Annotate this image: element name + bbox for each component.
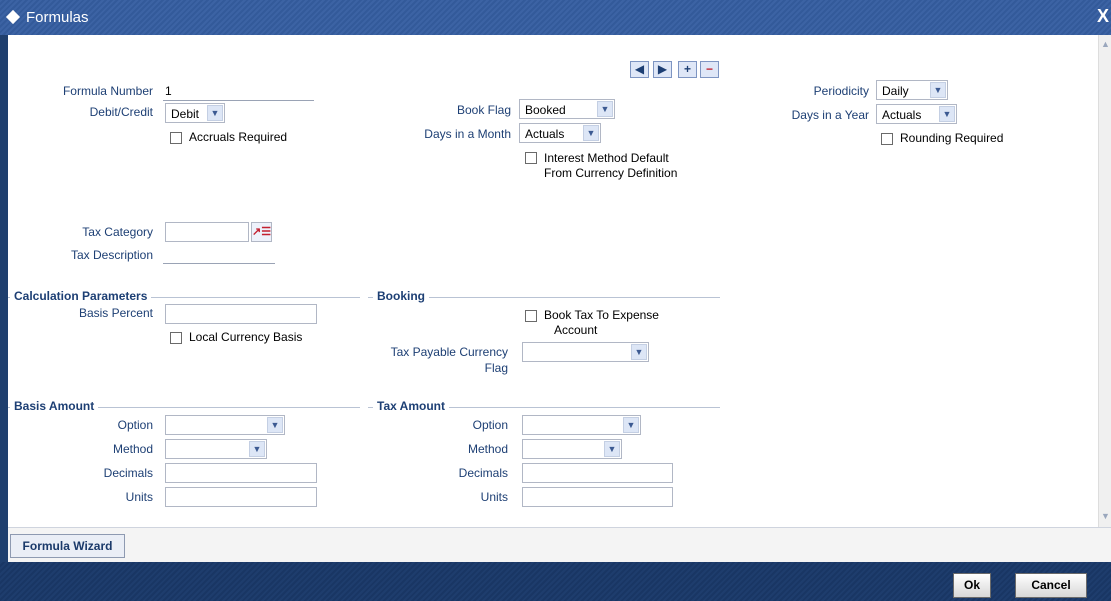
tax-method-select[interactable]: ▼ xyxy=(522,439,622,459)
tax-option-label: Option xyxy=(472,418,508,432)
basis-option-select[interactable]: ▼ xyxy=(165,415,285,435)
chevron-down-icon: ▼ xyxy=(597,101,613,117)
basis-units-label: Units xyxy=(125,490,153,504)
window-diamond-icon xyxy=(5,9,21,25)
cancel-button[interactable]: Cancel xyxy=(1015,573,1087,598)
window-titlebar: Formulas X xyxy=(0,0,1111,35)
add-row-button[interactable]: + xyxy=(678,61,697,78)
days-in-year-select[interactable]: Actuals ▼ xyxy=(876,104,957,124)
accruals-required-checkbox[interactable] xyxy=(170,132,182,144)
tax-category-input[interactable] xyxy=(165,222,249,242)
days-in-month-value: Actuals xyxy=(525,127,565,141)
interest-method-default-label: Interest Method Default From Currency De… xyxy=(544,151,677,181)
tax-payable-currency-flag-label: Tax Payable Currency Flag xyxy=(391,344,508,376)
wizard-bar: Formula Wizard xyxy=(8,527,1111,563)
previous-record-button[interactable]: ◀ xyxy=(630,61,649,78)
formula-number-label: Formula Number xyxy=(62,84,153,98)
basis-units-input[interactable] xyxy=(165,487,317,507)
formula-wizard-button[interactable]: Formula Wizard xyxy=(10,534,125,558)
chevron-down-icon: ▼ xyxy=(583,125,599,141)
tax-units-input[interactable] xyxy=(522,487,673,507)
book-tax-to-expense-checkbox[interactable] xyxy=(525,310,537,322)
chevron-down-icon: ▼ xyxy=(631,344,647,360)
booking-title: Booking xyxy=(373,289,429,303)
scroll-up-icon[interactable]: ▲ xyxy=(1100,39,1111,49)
basis-option-label: Option xyxy=(117,418,153,432)
debit-credit-label: Debit/Credit xyxy=(89,105,153,119)
book-flag-select[interactable]: Booked ▼ xyxy=(519,99,615,119)
book-flag-label: Book Flag xyxy=(456,103,511,117)
window-title: Formulas xyxy=(26,9,89,26)
tax-units-label: Units xyxy=(480,490,508,504)
book-tax-label-line2: Account xyxy=(554,323,598,337)
chevron-down-icon: ▼ xyxy=(249,441,265,457)
days-in-year-value: Actuals xyxy=(882,108,922,122)
basis-percent-input[interactable] xyxy=(165,304,317,324)
tax-method-label: Method xyxy=(467,442,508,456)
tax-amount-title: Tax Amount xyxy=(373,399,449,413)
basis-method-select[interactable]: ▼ xyxy=(165,439,267,459)
chevron-down-icon: ▼ xyxy=(267,417,283,433)
delete-row-button[interactable]: − xyxy=(700,61,719,78)
basis-method-label: Method xyxy=(112,442,153,456)
interest-method-default-checkbox[interactable] xyxy=(525,152,537,164)
accruals-required-label: Accruals Required xyxy=(189,130,288,144)
basis-amount-title: Basis Amount xyxy=(10,399,99,413)
interest-method-label-line1: Interest Method Default xyxy=(544,151,669,165)
tax-decimals-input[interactable] xyxy=(522,463,673,483)
periodicity-value: Daily xyxy=(882,84,909,98)
days-in-month-label: Days in a Month xyxy=(424,127,511,141)
form-panel: ◀ ▶ + − Formula Number 1 Debit/Credit De… xyxy=(8,35,1098,527)
calculation-parameters-title: Calculation Parameters xyxy=(10,289,152,303)
ok-button[interactable]: Ok xyxy=(953,573,991,598)
rounding-required-label: Rounding Required xyxy=(900,131,1004,145)
local-currency-basis-label: Local Currency Basis xyxy=(189,330,303,344)
tax-decimals-label: Decimals xyxy=(458,466,508,480)
tax-description-field xyxy=(163,262,275,264)
tax-description-label: Tax Description xyxy=(70,248,153,262)
chevron-down-icon: ▼ xyxy=(207,105,223,121)
debit-credit-select[interactable]: Debit ▼ xyxy=(165,103,225,123)
next-record-button[interactable]: ▶ xyxy=(653,61,672,78)
tax-category-label: Tax Category xyxy=(82,225,153,239)
formula-number-value: 1 xyxy=(165,84,172,98)
interest-method-label-line2: From Currency Definition xyxy=(544,166,678,180)
debit-credit-value: Debit xyxy=(171,107,200,121)
tax-option-select[interactable]: ▼ xyxy=(522,415,641,435)
local-currency-basis-checkbox[interactable] xyxy=(170,332,182,344)
close-icon[interactable]: X xyxy=(1097,6,1109,27)
chevron-down-icon: ▼ xyxy=(604,441,620,457)
basis-decimals-label: Decimals xyxy=(103,466,153,480)
chevron-down-icon: ▼ xyxy=(939,106,955,122)
scroll-down-icon[interactable]: ▼ xyxy=(1100,511,1111,521)
formula-number-field xyxy=(163,99,314,101)
days-in-year-label: Days in a Year xyxy=(791,108,869,122)
chevron-down-icon: ▼ xyxy=(930,82,946,98)
book-tax-label-line1: Book Tax To Expense xyxy=(544,308,659,322)
list-of-values-icon[interactable]: ↗☰ xyxy=(251,222,272,242)
periodicity-label: Periodicity xyxy=(813,84,869,98)
book-tax-to-expense-label: Book Tax To Expense Account xyxy=(544,308,659,338)
book-flag-value: Booked xyxy=(525,103,566,117)
basis-decimals-input[interactable] xyxy=(165,463,317,483)
tax-payable-currency-flag-select[interactable]: ▼ xyxy=(522,342,649,362)
chevron-down-icon: ▼ xyxy=(623,417,639,433)
tax-payable-label-line1: Tax Payable Currency xyxy=(390,345,508,359)
tax-payable-label-line2: Flag xyxy=(484,361,508,375)
footer-bar: Ok Cancel xyxy=(0,562,1111,601)
vertical-scrollbar[interactable]: ▲ ▼ xyxy=(1098,35,1111,527)
rounding-required-checkbox[interactable] xyxy=(881,133,893,145)
days-in-month-select[interactable]: Actuals ▼ xyxy=(519,123,601,143)
periodicity-select[interactable]: Daily ▼ xyxy=(876,80,948,100)
basis-percent-label: Basis Percent xyxy=(78,306,153,320)
